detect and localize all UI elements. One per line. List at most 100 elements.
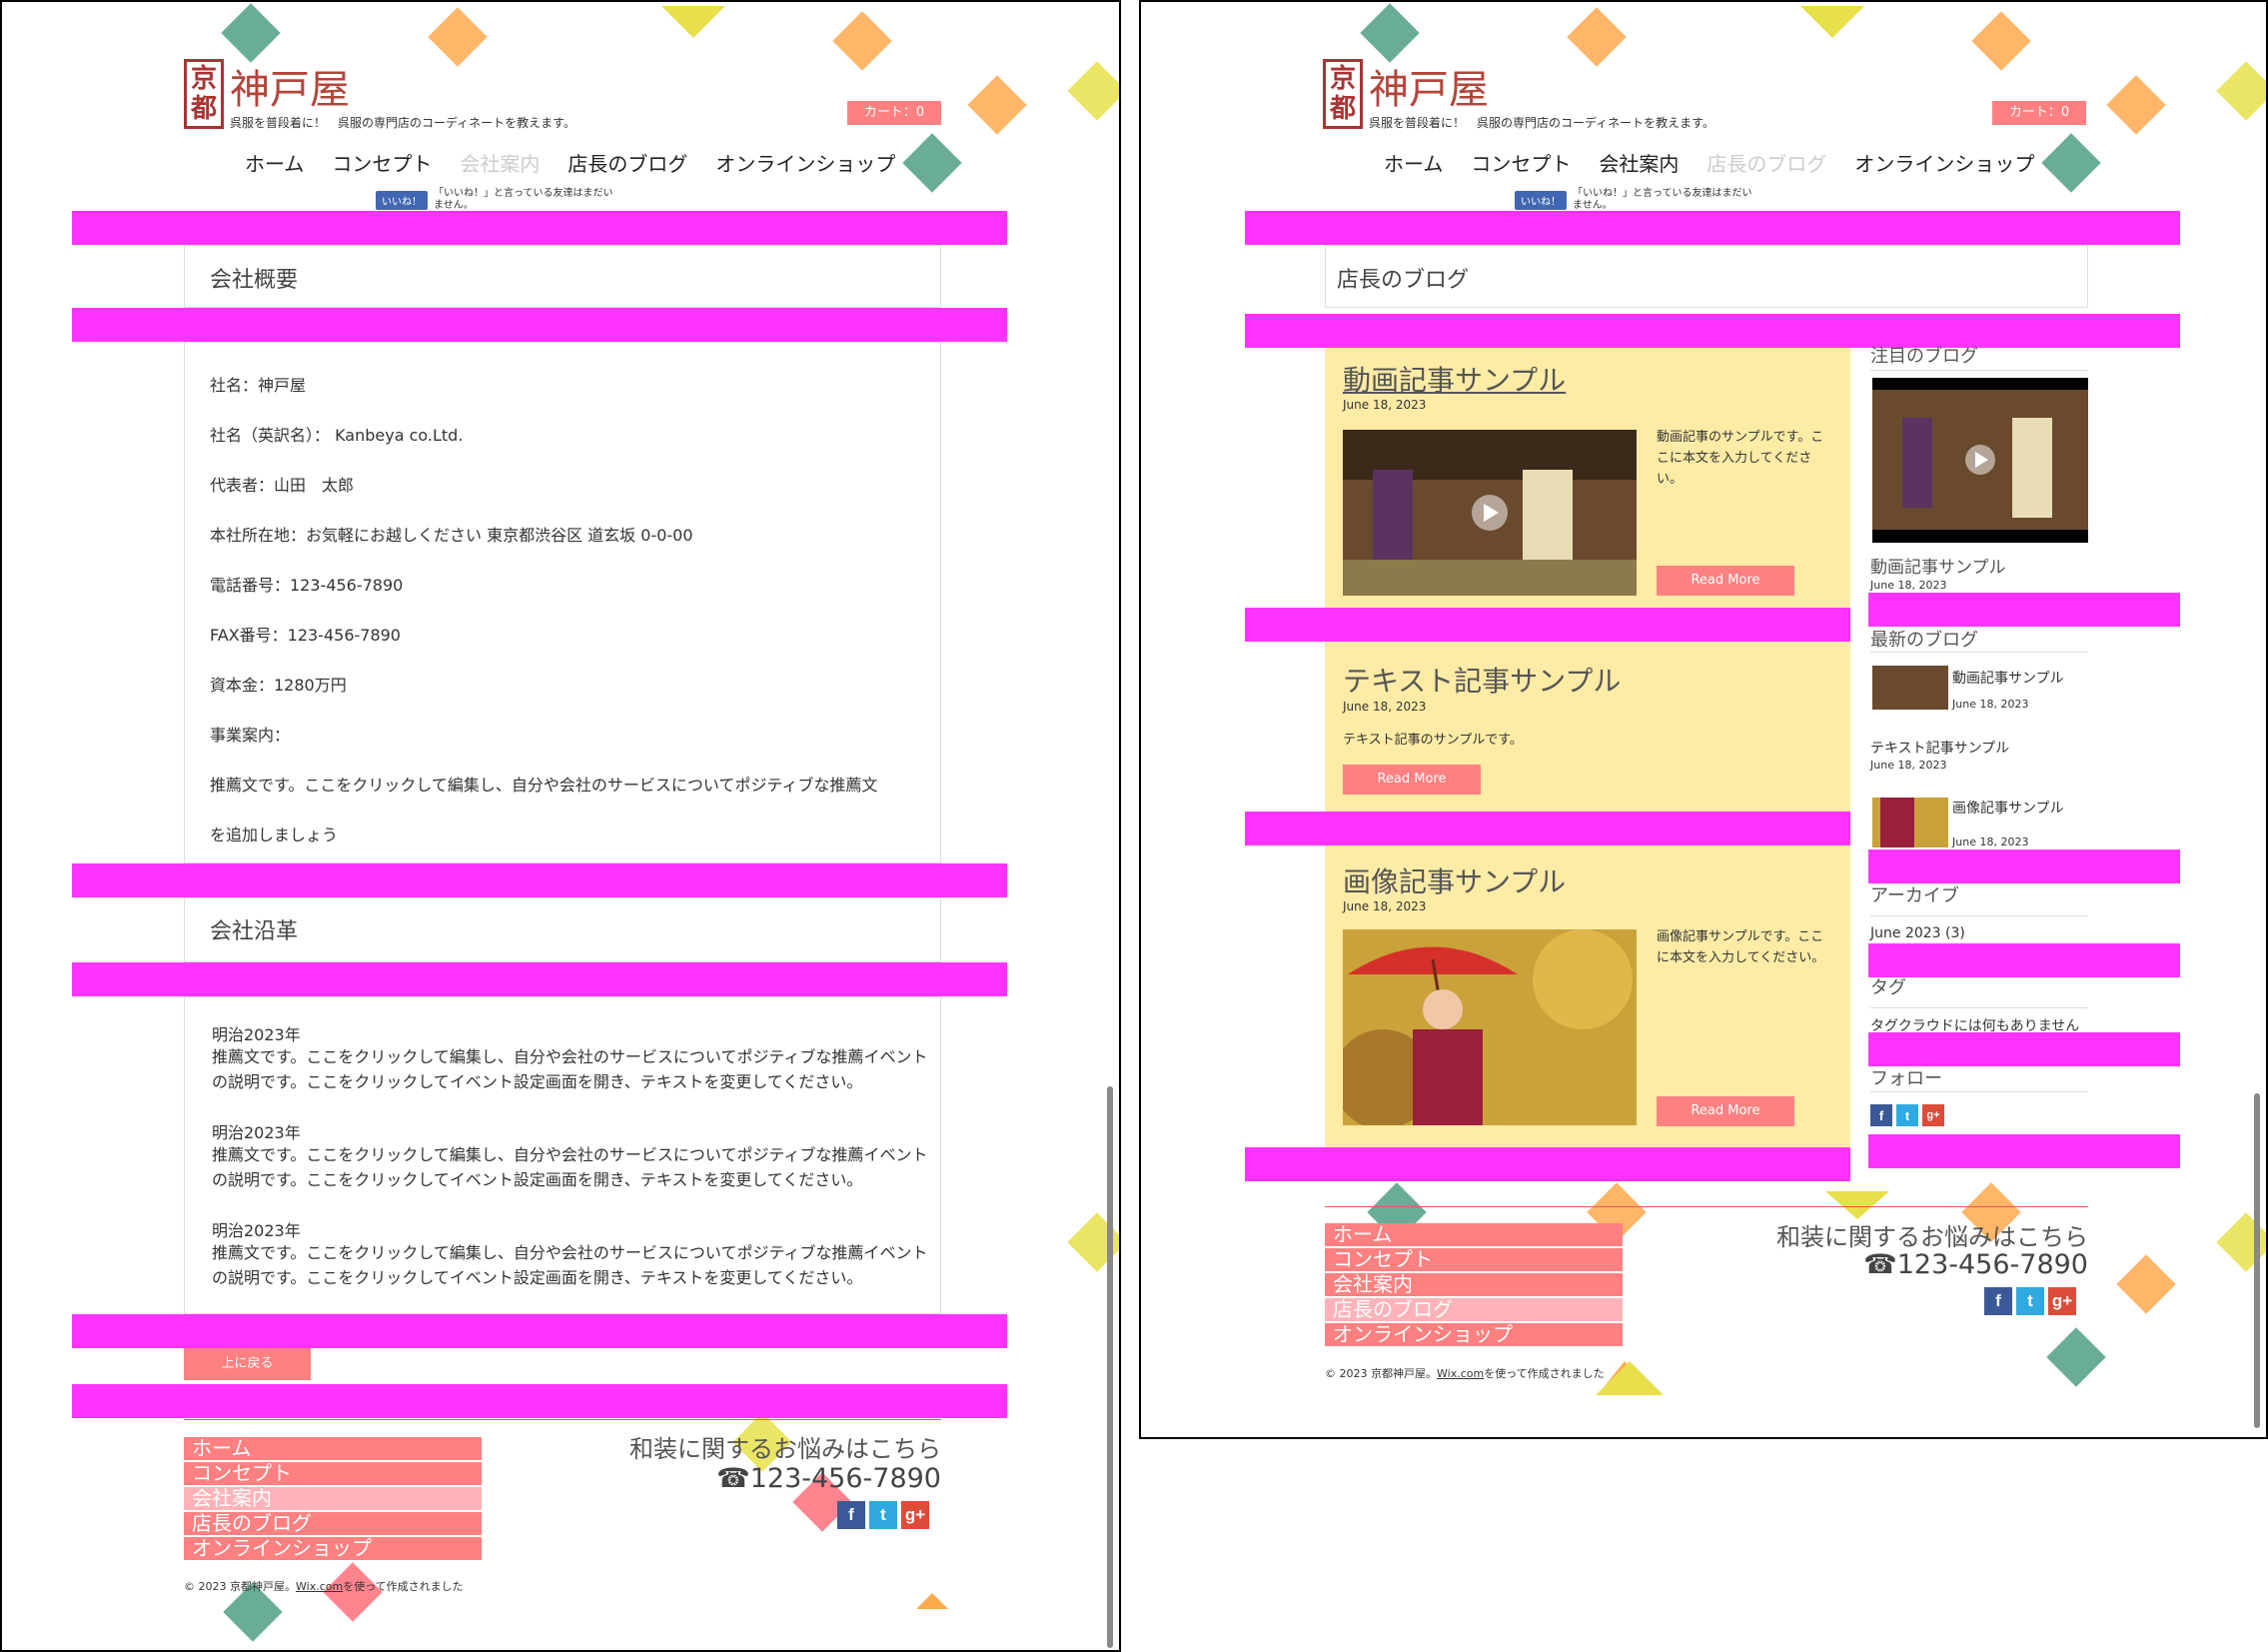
- read-more-button[interactable]: Read More: [1657, 1096, 1794, 1126]
- back-to-top-button[interactable]: 上に戻る: [184, 1348, 311, 1380]
- read-more-button[interactable]: Read More: [1343, 765, 1481, 795]
- facebook-icon[interactable]: f: [1870, 1104, 1892, 1126]
- blog-page-title: 店長のブログ: [1337, 268, 1470, 293]
- main-nav: ホーム コンセプト 会社案内 店長のブログ オンラインショップ: [245, 148, 895, 177]
- highlight-bar: [1245, 1147, 1850, 1181]
- featured-post-title[interactable]: 動画記事サンプル: [1870, 553, 2006, 578]
- decor-triangle: [661, 6, 725, 38]
- footer-phone: ☎123-456-7890: [701, 1463, 941, 1494]
- history-title: 会社沿革: [210, 919, 299, 944]
- footer-link-concept[interactable]: コンセプト: [184, 1462, 482, 1485]
- copyright-suffix: を使って作成されました: [343, 1580, 464, 1593]
- nav-home[interactable]: ホーム: [1384, 148, 1443, 177]
- divider: [1870, 652, 2088, 653]
- wix-link[interactable]: Wix.com: [1437, 1367, 1484, 1380]
- logo-mark[interactable]: 京都: [184, 59, 224, 129]
- decor-diamond: [2116, 1254, 2176, 1314]
- video-thumbnail[interactable]: [1343, 430, 1637, 596]
- footer-link-shop[interactable]: オンラインショップ: [1325, 1323, 1623, 1346]
- footer-link-company[interactable]: 会社案内: [1325, 1273, 1623, 1296]
- tags-heading: タグ: [1870, 977, 1906, 998]
- site-tagline: 呉服を普段着に！ 呉服の専門店のコーディネートを教えます。: [230, 116, 575, 130]
- copyright: © 2023 京都神戸屋。Wix.comを使って作成されました: [1325, 1365, 1605, 1381]
- read-more-button[interactable]: Read More: [1657, 566, 1794, 596]
- featured-video-thumbnail[interactable]: [1872, 378, 2088, 543]
- decor-triangle: [1825, 1191, 1889, 1219]
- highlight-bar: [1245, 812, 1850, 845]
- footer-contact-title: 和装に関するお悩みはこちら: [629, 1435, 941, 1463]
- logo-mark[interactable]: 京都: [1323, 59, 1363, 129]
- highlight-bar: [1868, 943, 2180, 977]
- decor-diamond: [1567, 7, 1627, 67]
- site-name[interactable]: 神戸屋: [1369, 57, 1489, 115]
- recent-post-title[interactable]: 画像記事サンプル: [1952, 798, 2064, 818]
- decor-diamond: [2216, 61, 2266, 121]
- recent-post-title[interactable]: 動画記事サンプル: [1952, 668, 2064, 688]
- post-title[interactable]: 画像記事サンプル: [1343, 860, 1566, 900]
- cart-button[interactable]: カート：0: [1992, 101, 2086, 125]
- nav-company[interactable]: 会社案内: [460, 148, 540, 177]
- google-plus-icon[interactable]: g+: [1922, 1104, 1944, 1126]
- twitter-icon[interactable]: t: [2016, 1287, 2044, 1315]
- post-title[interactable]: 動画記事サンプル: [1343, 359, 1566, 399]
- nav-shop[interactable]: オンラインショップ: [715, 148, 895, 177]
- overview-title: 会社概要: [210, 268, 299, 293]
- kimono-umbrella-image[interactable]: [1333, 929, 1637, 1129]
- footer-link-blog[interactable]: 店長のブログ: [184, 1512, 482, 1535]
- site-name[interactable]: 神戸屋: [230, 57, 350, 115]
- recent-thumb[interactable]: [1872, 798, 1948, 847]
- copyright: © 2023 京都神戸屋。Wix.comを使って作成されました: [184, 1578, 464, 1594]
- footer-social: f t g+: [837, 1501, 929, 1529]
- facebook-icon[interactable]: f: [837, 1501, 865, 1529]
- google-plus-icon[interactable]: g+: [2048, 1287, 2076, 1315]
- highlight-bar: [1868, 593, 2180, 627]
- nav-home[interactable]: ホーム: [245, 148, 304, 177]
- highlight-bar: [72, 962, 1007, 996]
- highlight-bar: [1868, 849, 2180, 883]
- decor-diamond: [967, 75, 1027, 135]
- phone-icon: ☎: [716, 1463, 750, 1494]
- footer-link-blog[interactable]: 店長のブログ: [1325, 1298, 1623, 1321]
- facebook-like-button[interactable]: いいね！: [1515, 190, 1567, 210]
- wix-link[interactable]: Wix.com: [296, 1580, 343, 1593]
- history-year: 明治2023年: [212, 1123, 301, 1142]
- nav-concept[interactable]: コンセプト: [1471, 148, 1571, 177]
- footer-link-concept[interactable]: コンセプト: [1325, 1248, 1623, 1271]
- nav-company[interactable]: 会社案内: [1599, 148, 1679, 177]
- recent-thumb[interactable]: [1872, 666, 1948, 710]
- copyright-prefix: © 2023 京都神戸屋。: [1325, 1367, 1437, 1380]
- overview-line: 本社所在地：お気軽にお越しください 東京都渋谷区 道玄坂 0-0-00: [210, 526, 693, 545]
- footer-link-home[interactable]: ホーム: [184, 1437, 482, 1460]
- nav-blog[interactable]: 店長のブログ: [1706, 148, 1826, 177]
- nav-concept[interactable]: コンセプト: [332, 148, 432, 177]
- history-text: 推薦文です。ここをクリックして編集し、自分や会社のサービスについてポジティブな推…: [212, 1243, 928, 1287]
- scrollbar[interactable]: [2254, 1093, 2260, 1428]
- highlight-bar: [72, 1384, 1007, 1418]
- nav-shop[interactable]: オンラインショップ: [1854, 148, 2034, 177]
- post-date: June 18, 2023: [1343, 700, 1427, 714]
- archive-item[interactable]: June 2023 (3): [1870, 925, 1965, 941]
- post-excerpt: 動画記事のサンプルです。ここに本文を入力してください。: [1657, 430, 1824, 487]
- facebook-like-button[interactable]: いいね！: [376, 190, 428, 210]
- recent-post-title[interactable]: テキスト記事サンプル: [1870, 738, 2009, 758]
- footer-link-home[interactable]: ホーム: [1325, 1223, 1623, 1246]
- post-title[interactable]: テキスト記事サンプル: [1343, 660, 1621, 700]
- facebook-like: いいね！ 「いいね！」と言っている友達はまだいません。: [1515, 188, 1752, 212]
- post-excerpt: テキスト記事のサンプルです。: [1343, 733, 1523, 748]
- twitter-icon[interactable]: t: [1896, 1104, 1918, 1126]
- footer-menu: ホーム コンセプト 会社案内 店長のブログ オンラインショップ: [184, 1437, 482, 1562]
- footer-link-company[interactable]: 会社案内: [184, 1487, 482, 1510]
- divider: [1870, 1091, 2088, 1092]
- cart-button[interactable]: カート：0: [847, 101, 941, 125]
- overview-line: を追加しましょう: [210, 826, 339, 844]
- nav-blog[interactable]: 店長のブログ: [567, 148, 687, 177]
- decor-diamond: [221, 3, 281, 63]
- google-plus-icon[interactable]: g+: [901, 1501, 929, 1529]
- facebook-icon[interactable]: f: [1984, 1287, 2012, 1315]
- scrollbar[interactable]: [1107, 1086, 1113, 1648]
- twitter-icon[interactable]: t: [869, 1501, 897, 1529]
- copyright-prefix: © 2023 京都神戸屋。: [184, 1580, 296, 1593]
- decor-diamond: [428, 7, 488, 67]
- footer-link-shop[interactable]: オンラインショップ: [184, 1537, 482, 1560]
- decor-diamond: [2046, 1327, 2106, 1387]
